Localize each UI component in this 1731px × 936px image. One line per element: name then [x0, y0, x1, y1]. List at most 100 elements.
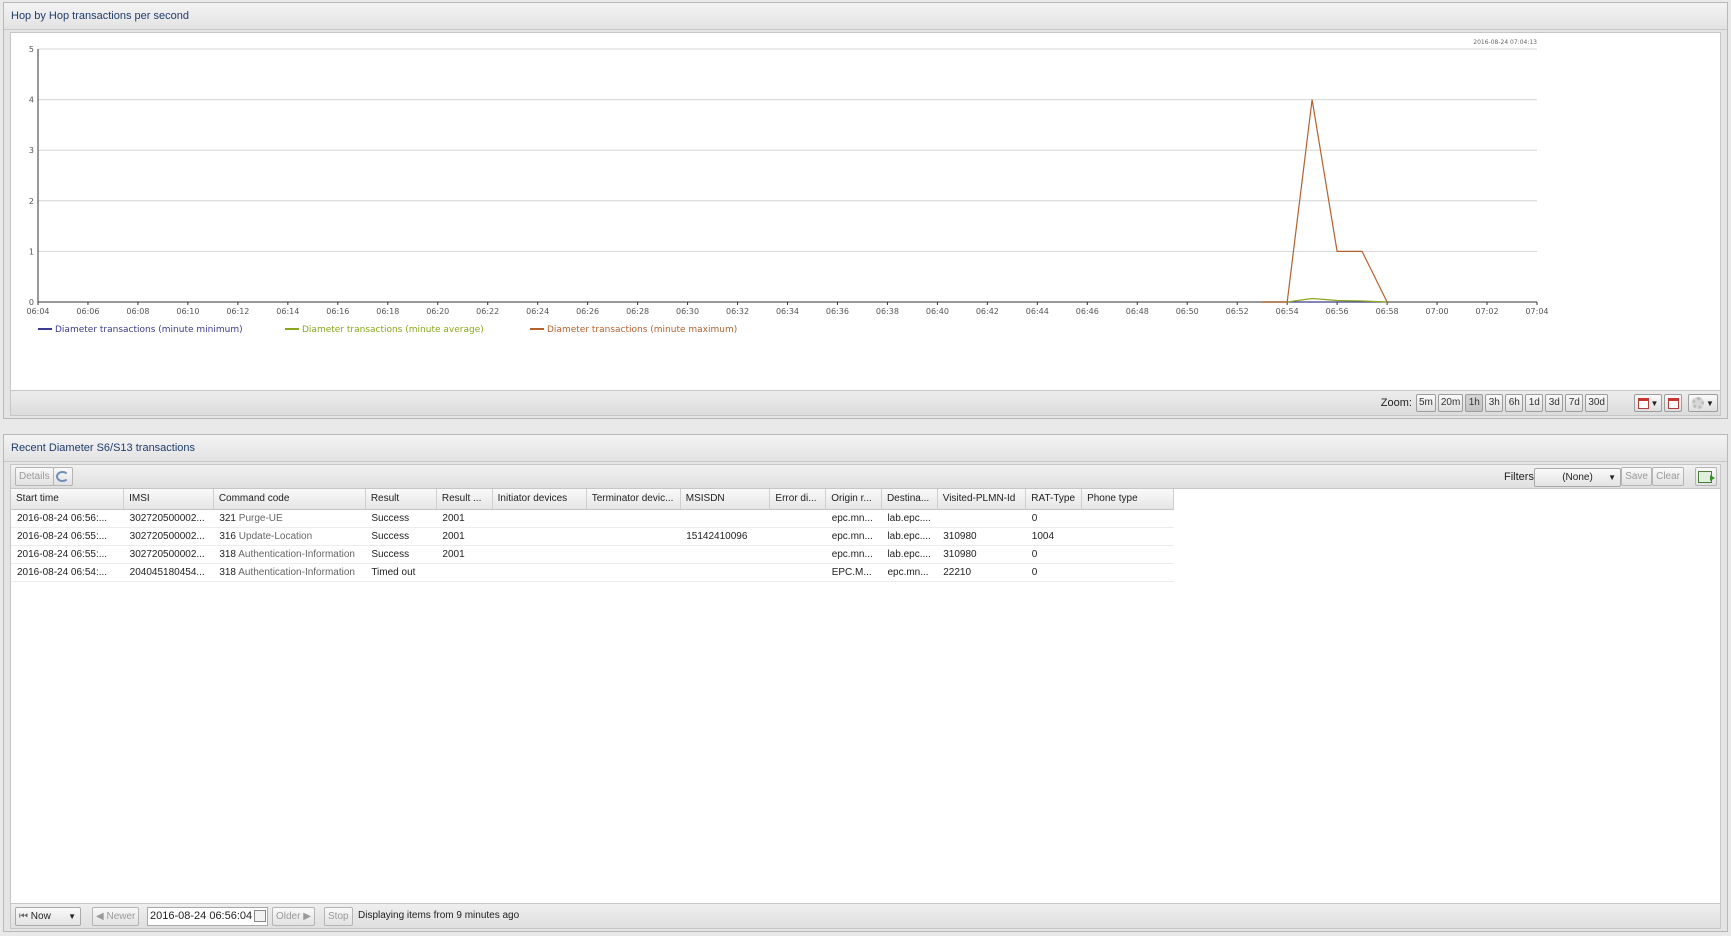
zoom-button-1d[interactable]: 1d	[1525, 394, 1544, 412]
now-select[interactable]: ⏮ Now ▼	[15, 907, 81, 926]
table-body: 2016-08-24 06:56:... 302720500002... 321 P…	[11, 509, 1174, 582]
x-tick-label: 06:42	[976, 307, 999, 316]
column-header[interactable]: Error di...	[769, 489, 827, 510]
command-code-name: Update-Location	[238, 530, 313, 542]
column-header[interactable]: Destina...	[881, 489, 938, 510]
table-cell-origin: EPC.M...	[825, 563, 882, 582]
x-tick-label: 07:00	[1426, 307, 1449, 316]
table-cell-code: 318 Authentication-Information	[213, 545, 366, 564]
column-header[interactable]: IMSI	[123, 489, 214, 510]
table-cell-terminator	[586, 545, 681, 564]
chart-panel-title: Hop by Hop transactions per second	[4, 3, 1727, 30]
table-cell-initiator	[492, 545, 587, 564]
table-panel-title: Recent Diameter S6/S13 transactions	[4, 435, 1727, 462]
save-filter-button[interactable]: Save	[1621, 467, 1652, 486]
table-cell-plmn: 310980	[937, 527, 1026, 546]
calendar-icon	[1637, 397, 1649, 409]
hop-by-hop-chart: 0 1 2 3 4 5 06:04 06:06 06:08 06:10 06:12 06:14 06:1…	[26, 39, 1548, 335]
date-time-value: 2016-08-24 06:56:04	[150, 910, 253, 922]
newer-label: Newer	[106, 911, 136, 922]
y-tick-label: 1	[29, 247, 34, 256]
command-code-name: Authentication-Information	[238, 548, 355, 560]
table-cell-start: 2016-08-24 06:54:...	[11, 563, 124, 582]
table-cell-initiator	[492, 563, 587, 582]
refresh-button[interactable]	[53, 467, 73, 486]
x-tick-label: 06:24	[526, 307, 549, 316]
column-header[interactable]: Visited-PLMN-Id	[937, 489, 1027, 510]
arrow-right-icon: ▶	[303, 911, 311, 922]
chevron-down-icon: ▼	[1650, 398, 1659, 408]
table-cell-result: Timed out	[365, 563, 437, 582]
table-row[interactable]: 2016-08-24 06:56:... 302720500002... 321 P…	[11, 509, 1174, 528]
table-cell-phone	[1081, 563, 1174, 582]
date-time-input[interactable]: 2016-08-24 06:56:04	[147, 907, 268, 926]
column-header[interactable]: Result	[365, 489, 437, 510]
export-button[interactable]	[1695, 467, 1717, 486]
chart-timestamp: 2016-08-24 07:04:13	[1473, 39, 1537, 46]
table-row[interactable]: 2016-08-24 06:55:... 302720500002... 318 A…	[11, 545, 1174, 564]
table-panel: Recent Diameter S6/S13 transactions Deta…	[3, 434, 1728, 932]
column-header[interactable]: Start time	[11, 489, 125, 510]
calendar-clear-button[interactable]	[1664, 394, 1682, 412]
x-tick-label: 06:32	[726, 307, 749, 316]
zoom-button-30d[interactable]: 30d	[1585, 394, 1608, 412]
zoom-button-3h[interactable]: 3h	[1485, 394, 1504, 412]
column-header[interactable]: Initiator devices	[492, 489, 587, 510]
settings-dropdown-button[interactable]: ▼	[1688, 394, 1718, 412]
column-header[interactable]: MSISDN	[680, 489, 771, 510]
table-cell-code: 316 Update-Location	[213, 527, 366, 546]
column-header[interactable]: Result ...	[436, 489, 493, 510]
x-tick-label: 06:46	[1076, 307, 1099, 316]
newer-button[interactable]: ◀ Newer	[92, 907, 140, 926]
table-cell-dest: lab.epc....	[881, 545, 938, 564]
x-tick-label: 06:18	[376, 307, 399, 316]
column-header[interactable]: RAT-Type	[1025, 489, 1083, 510]
table-cell-rat: 0	[1025, 509, 1082, 528]
table-cell-msisdn: 15142410096	[680, 527, 770, 546]
zoom-button-1h[interactable]: 1h	[1465, 394, 1484, 412]
command-code-name: Authentication-Information	[238, 566, 355, 578]
column-header[interactable]: Command code	[213, 489, 366, 510]
zoom-button-7d[interactable]: 7d	[1565, 394, 1584, 412]
details-button[interactable]: Details	[15, 467, 54, 486]
table-header-row: Start time IMSI Command code Result Result .…	[11, 489, 1174, 510]
command-code-number: 318	[219, 566, 236, 578]
x-tick-label: 06:04	[26, 307, 49, 316]
column-header[interactable]: Terminator devic...	[586, 489, 681, 510]
zoom-button-20m[interactable]: 20m	[1437, 394, 1464, 412]
chart-panel: Hop by Hop transactions per second 0 1 2 3 4…	[3, 2, 1728, 419]
status-text: Displaying items from 9 minutes ago	[358, 910, 520, 921]
older-button[interactable]: Older ▶	[272, 907, 315, 926]
stop-button[interactable]: Stop	[324, 907, 353, 926]
clear-filter-button[interactable]: Clear	[1652, 467, 1684, 486]
table-cell-result_code	[436, 563, 493, 582]
table-cell-msisdn	[680, 509, 770, 528]
table-cell-imsi: 302720500002...	[123, 527, 214, 546]
zoom-button-6h[interactable]: 6h	[1505, 394, 1524, 412]
column-header[interactable]: Origin r...	[825, 489, 882, 510]
filters-label: Filters:	[1504, 471, 1537, 483]
x-tick-label: 06:16	[326, 307, 349, 316]
table-cell-start: 2016-08-24 06:55:...	[11, 527, 124, 546]
x-tick-label: 06:38	[876, 307, 899, 316]
y-tick-label: 5	[29, 45, 34, 54]
filters-select[interactable]: (None) ▼	[1534, 468, 1621, 487]
zoom-button-3d[interactable]: 3d	[1545, 394, 1564, 412]
table-cell-result: Success	[365, 545, 437, 564]
table-row[interactable]: 2016-08-24 06:54:... 204045180454... 318 A…	[11, 563, 1174, 582]
table-cell-imsi: 302720500002...	[123, 509, 214, 528]
x-tick-label: 06:52	[1226, 307, 1249, 316]
x-tick-label: 06:44	[1026, 307, 1049, 316]
legend-label: Diameter transactions (minute average)	[302, 325, 484, 335]
calendar-icon[interactable]	[254, 910, 266, 922]
table-cell-origin: epc.mn...	[825, 527, 882, 546]
column-header[interactable]: Phone type	[1081, 489, 1174, 510]
x-tick-label: 06:48	[1126, 307, 1149, 316]
table-cell-rat: 0	[1025, 545, 1082, 564]
table-row[interactable]: 2016-08-24 06:55:... 302720500002... 316 U…	[11, 527, 1174, 546]
chart-toolbar: Zoom: 5m 20m 1h 3h 6h 1d 3d 7d 30d ▼ ▼	[10, 391, 1721, 416]
y-tick-label: 0	[29, 298, 34, 307]
table-cell-plmn: 22210	[937, 563, 1026, 582]
calendar-dropdown-button[interactable]: ▼	[1634, 394, 1662, 412]
zoom-button-5m[interactable]: 5m	[1415, 394, 1436, 412]
